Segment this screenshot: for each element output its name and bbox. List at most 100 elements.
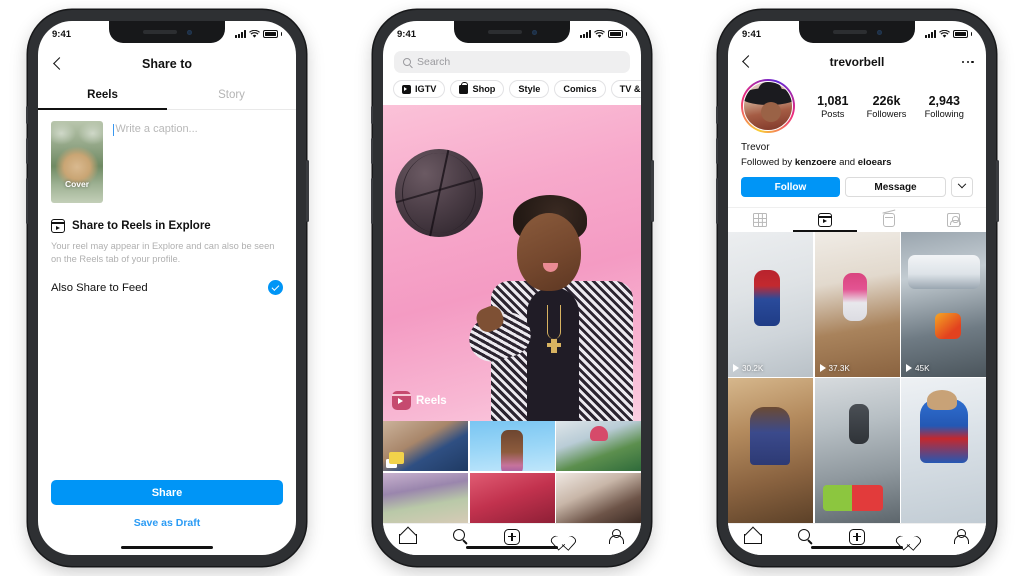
status-time: 9:41 (52, 28, 72, 40)
profile-username: trevorbell (829, 55, 885, 69)
status-time: 9:41 (742, 28, 762, 40)
stat-followers[interactable]: 226k Followers (867, 94, 907, 119)
tab-reels[interactable]: Reels (38, 81, 167, 110)
caption-input[interactable]: Write a caption... (113, 121, 283, 203)
pill-shop-label: Shop (472, 84, 496, 94)
tabbar-profile[interactable] (951, 527, 970, 546)
reel-views: 37.3K (819, 363, 850, 373)
stat-posts[interactable]: 1,081 Posts (817, 94, 848, 119)
pill-style-label: Style (518, 84, 541, 94)
tabbar-search[interactable] (796, 527, 815, 546)
tabbar-activity[interactable] (554, 527, 573, 546)
reel-thumbnail[interactable]: 37.3K (814, 232, 900, 377)
tab-reels-label: Reels (87, 89, 118, 101)
also-share-to-feed-label: Also Share to Feed (51, 281, 148, 294)
home-icon (744, 527, 763, 544)
reels-icon (817, 213, 832, 227)
explore-grid-item[interactable] (383, 472, 468, 523)
pill-tv-movies[interactable]: TV & Movies (610, 80, 641, 98)
explore-grid-item[interactable] (383, 421, 468, 472)
explore-grid-item[interactable] (556, 472, 641, 523)
page-title: Share to (141, 57, 192, 71)
explore-title-row: Share to Reels in Explore (51, 219, 283, 233)
suggestions-dropdown-button[interactable] (951, 177, 973, 197)
caption-row: Cover Write a caption... (38, 110, 296, 203)
also-share-to-feed-row[interactable]: Also Share to Feed (51, 280, 283, 296)
search-bar-wrap: Search (383, 47, 641, 73)
profile-tab-tagged[interactable] (922, 208, 987, 232)
home-indicator[interactable] (121, 545, 213, 549)
reels-grid: 30.2K 37.3K 45K (728, 232, 986, 523)
explore-grid-item[interactable] (469, 421, 555, 472)
explore-grid-item[interactable] (469, 472, 555, 523)
pill-shop[interactable]: Shop (450, 80, 505, 98)
tab-story[interactable]: Story (167, 81, 296, 109)
phone-share-to: 9:41 Share to Reels Story Cover Write a … (25, 10, 309, 566)
save-as-draft-button[interactable]: Save as Draft (51, 517, 283, 529)
explore-grid-item[interactable] (556, 421, 641, 472)
search-icon (797, 529, 810, 541)
pill-style[interactable]: Style (509, 80, 550, 98)
person-icon (953, 529, 969, 544)
share-to-explore-section: Share to Reels in Explore Your reel may … (38, 203, 296, 296)
reel-views-value: 37.3K (828, 363, 850, 373)
pill-tv-movies-label: TV & Movies (619, 84, 641, 94)
profile-tab-igtv[interactable] (857, 208, 922, 232)
phone3-status-bar: 9:41 (728, 21, 986, 47)
stat-following[interactable]: 2,943 Following (925, 94, 964, 119)
power-button (996, 160, 999, 222)
followed-by-second: eloears (857, 157, 892, 168)
avatar-image (743, 81, 793, 131)
more-dots-icon[interactable] (961, 60, 974, 64)
reels-badge-label: Reels (416, 394, 447, 407)
person-graphic (464, 189, 641, 421)
status-indicators (924, 29, 972, 39)
home-indicator[interactable] (811, 545, 903, 549)
pill-igtv[interactable]: IGTV (393, 80, 446, 98)
status-indicators (579, 29, 627, 39)
phone1-screen: 9:41 Share to Reels Story Cover Write a … (38, 21, 296, 555)
reel-views: 45K (906, 363, 930, 373)
avatar[interactable] (741, 79, 795, 133)
tabbar-home[interactable] (744, 527, 763, 546)
featured-reel-card[interactable]: Reels (383, 105, 641, 421)
stat-posts-label: Posts (821, 108, 845, 119)
share-button[interactable]: Share (51, 480, 283, 505)
follow-button[interactable]: Follow (741, 177, 840, 197)
stat-posts-value: 1,081 (817, 93, 849, 108)
stat-followers-value: 226k (872, 93, 901, 108)
grid-icon (753, 213, 768, 227)
home-indicator[interactable] (466, 545, 558, 549)
message-button[interactable]: Message (845, 177, 946, 197)
tabbar-create[interactable] (502, 527, 521, 546)
reels-badge: Reels (392, 391, 447, 410)
reel-thumbnail[interactable] (728, 378, 813, 523)
reel-thumbnail[interactable]: 45K (901, 232, 986, 377)
play-icon (906, 363, 912, 372)
profile-tab-reels[interactable] (792, 208, 858, 232)
heart-icon (901, 531, 916, 544)
reel-thumbnail[interactable]: 30.2K (728, 232, 813, 377)
profile-tab-grid[interactable] (728, 208, 793, 232)
home-icon (399, 527, 418, 544)
pill-igtv-label: IGTV (415, 84, 437, 94)
tabbar-activity[interactable] (899, 527, 918, 546)
phone-profile: 9:41 trevorbell 1,081 Posts 226k Followe… (715, 10, 999, 566)
followed-by-text[interactable]: Followed by kenzoere and eloears (741, 157, 973, 168)
tabbar-profile[interactable] (606, 527, 625, 546)
tabbar-home[interactable] (399, 527, 418, 546)
search-input[interactable]: Search (394, 51, 630, 73)
reel-thumbnail[interactable] (901, 378, 986, 523)
stat-followers-label: Followers (866, 108, 907, 119)
tabbar-search[interactable] (451, 527, 470, 546)
reel-views-value: 45K (915, 363, 930, 373)
igtv-icon (402, 84, 411, 94)
power-button (306, 160, 309, 222)
cover-thumbnail[interactable]: Cover (51, 121, 103, 203)
pill-comics[interactable]: Comics (554, 80, 606, 98)
profile-tabs (728, 207, 986, 232)
reel-thumbnail[interactable] (814, 378, 900, 523)
tabbar-create[interactable] (847, 527, 866, 546)
chevron-down-icon (957, 179, 967, 189)
checkmark-icon[interactable] (268, 280, 283, 296)
